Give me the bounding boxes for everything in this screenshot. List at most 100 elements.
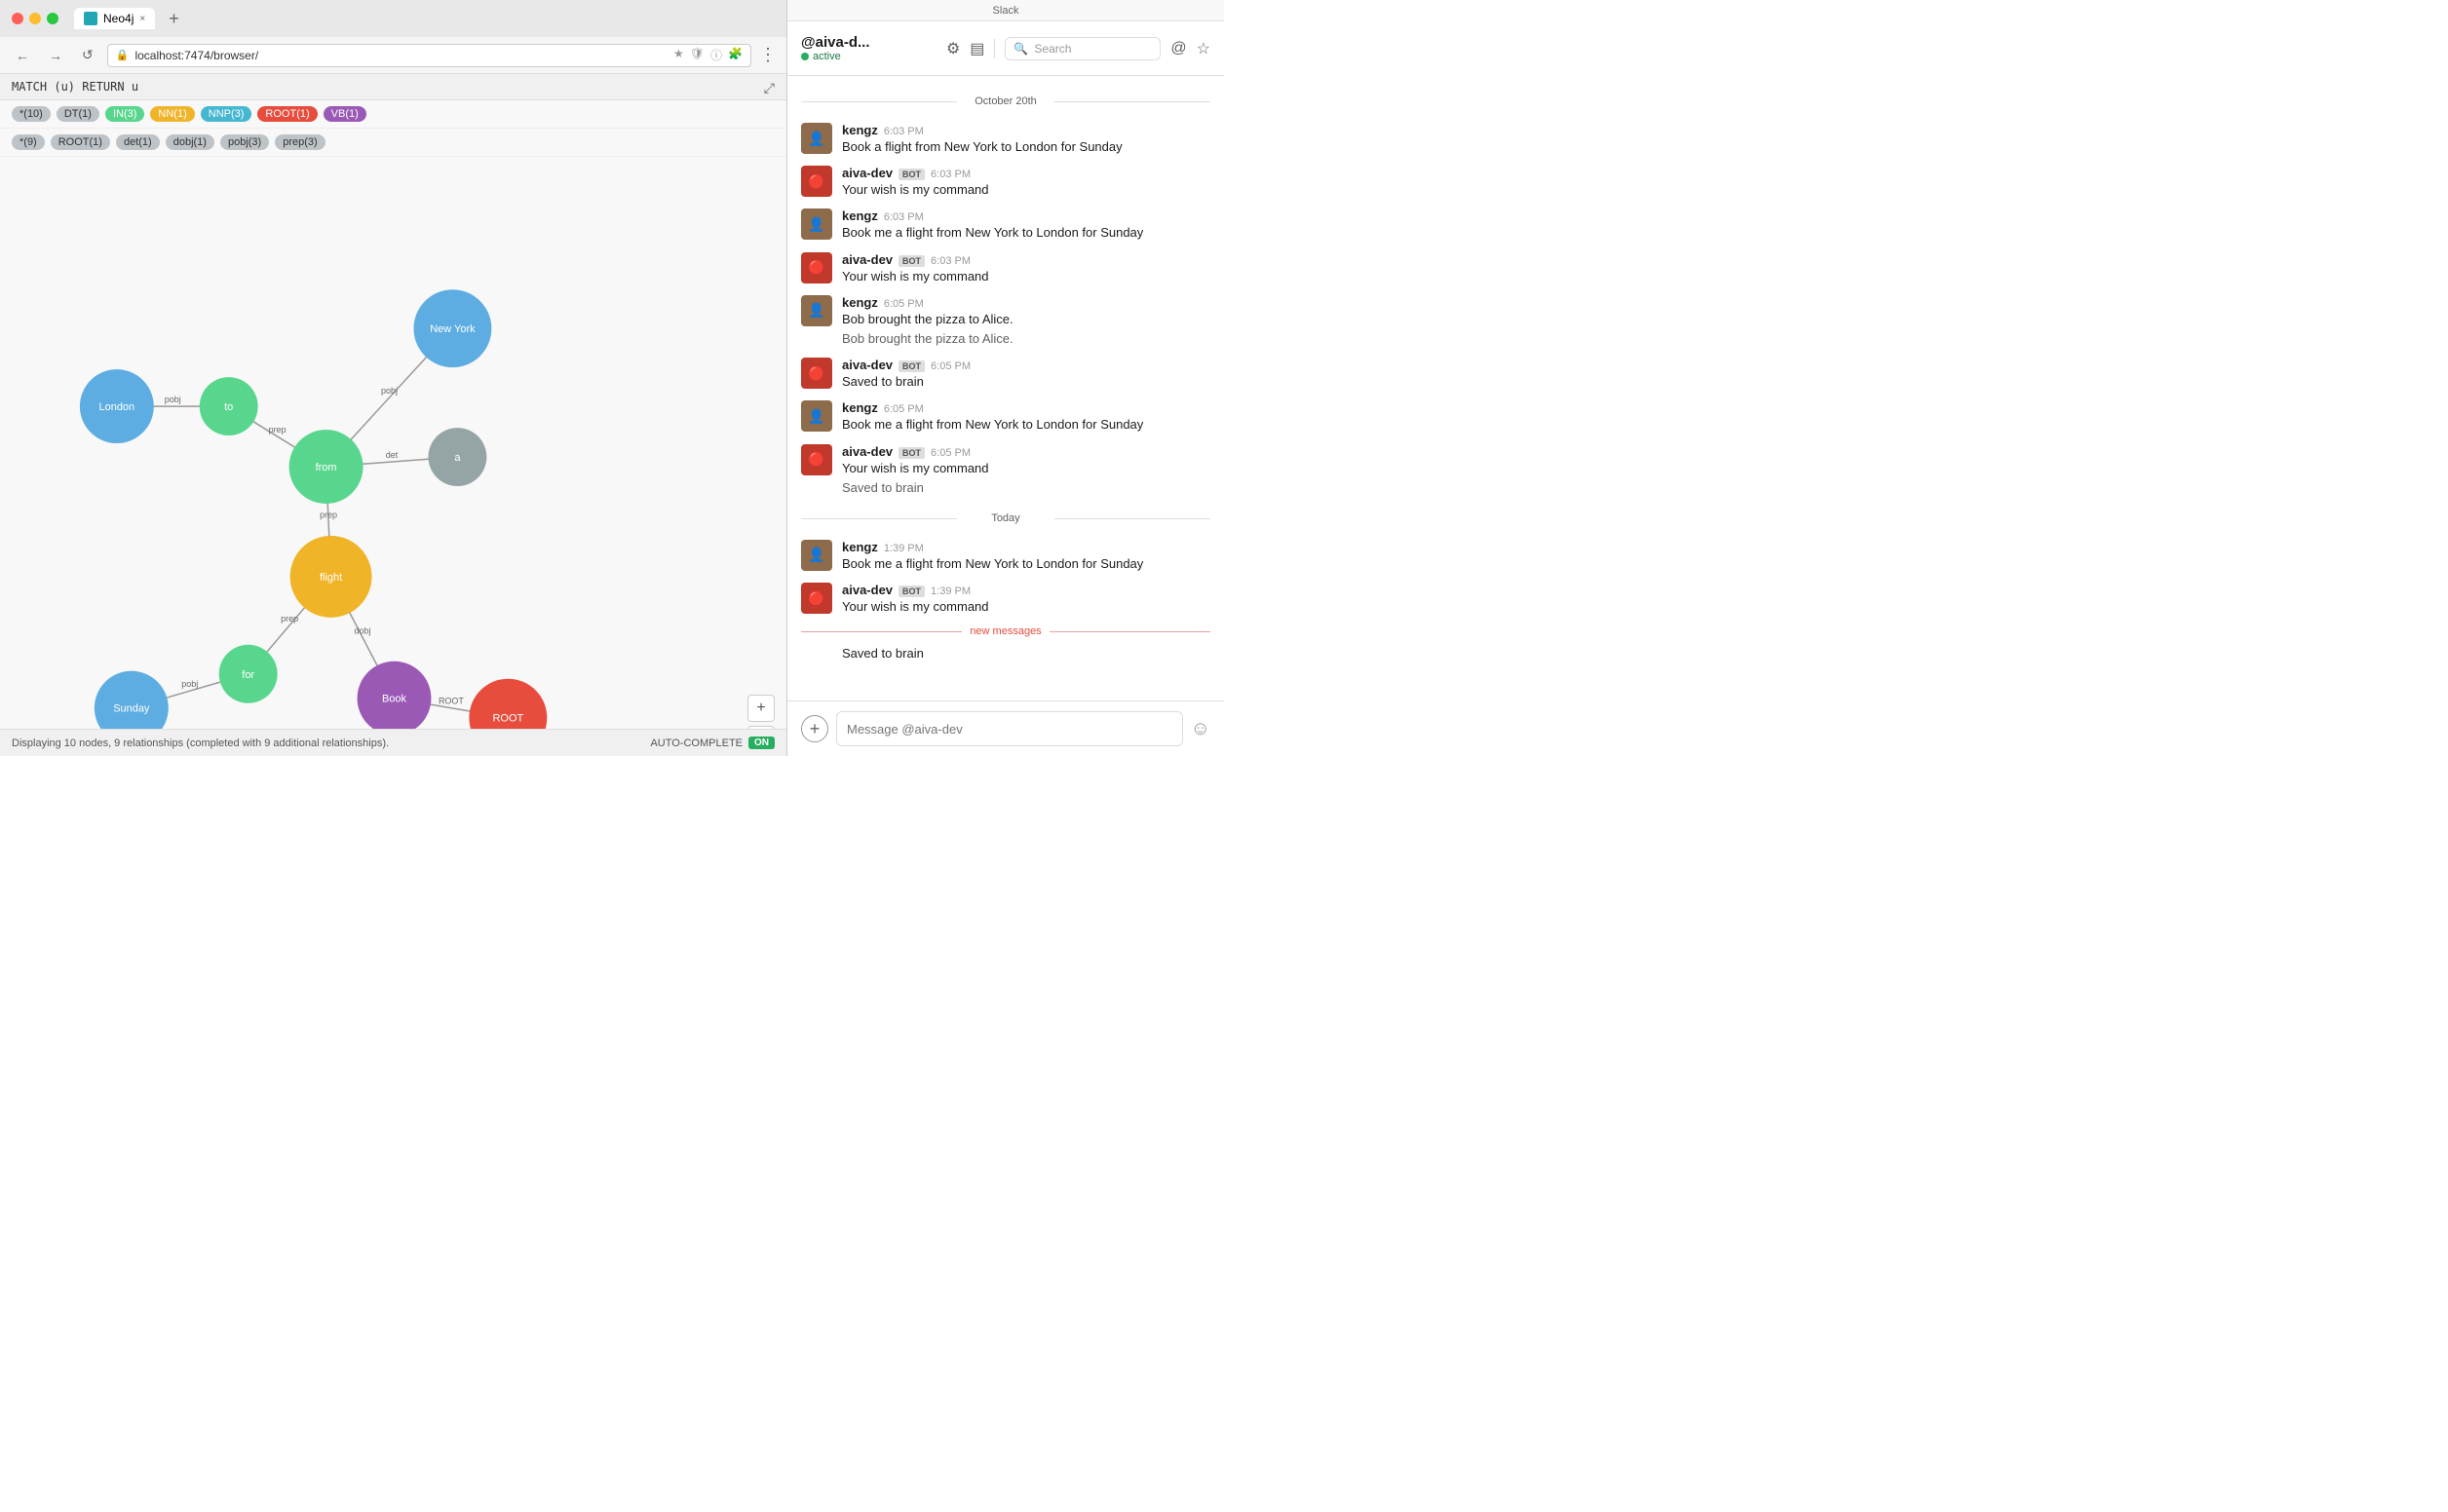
svg-text:a: a bbox=[454, 452, 461, 464]
bot-badge: BOT bbox=[899, 360, 925, 372]
star-icon[interactable]: ☆ bbox=[1197, 39, 1210, 58]
zoom-out-button[interactable]: − bbox=[747, 726, 775, 729]
svg-text:to: to bbox=[224, 401, 233, 413]
msg-sender: aiva-dev bbox=[842, 583, 893, 597]
settings-icon[interactable]: ⚙ bbox=[946, 39, 960, 58]
slack-messages[interactable]: October 20th 👤 kengz 6:03 PM Book a flig… bbox=[787, 76, 1224, 700]
address-bar[interactable]: 🔒 localhost:7474/browser/ ★ 🛡 ⓘ 🧩 bbox=[107, 44, 751, 67]
message-group: 👤 kengz 6:05 PM Bob brought the pizza to… bbox=[787, 291, 1224, 352]
msg-time: 1:39 PM bbox=[931, 586, 971, 597]
search-box[interactable]: 🔍 Search bbox=[1005, 37, 1161, 60]
search-icon: 🔍 bbox=[1014, 42, 1028, 56]
tag-prep3[interactable]: prep(3) bbox=[275, 134, 325, 150]
message-group: 🔴 aiva-dev BOT 6:05 PM Your wish is my c… bbox=[787, 440, 1224, 501]
svg-text:Sunday: Sunday bbox=[113, 703, 150, 715]
avatar: 🔴 bbox=[801, 166, 832, 197]
active-dot-icon bbox=[801, 53, 809, 60]
query-bar: MATCH (u) RETURN u ⤢ bbox=[0, 74, 786, 100]
msg-text: Your wish is my command bbox=[842, 268, 1210, 285]
new-messages-line-right bbox=[1050, 631, 1210, 632]
tag-det1[interactable]: det(1) bbox=[116, 134, 160, 150]
active-label: active bbox=[813, 51, 841, 62]
tag-ROOT1[interactable]: ROOT(1) bbox=[257, 106, 317, 122]
tag-9[interactable]: *(9) bbox=[12, 134, 45, 150]
status-text: Displaying 10 nodes, 9 relationships (co… bbox=[12, 737, 389, 749]
minimize-traffic-light[interactable] bbox=[29, 13, 41, 24]
tags-row-1: *(10) DT(1) IN(3) NN(1) NNP(3) ROOT(1) VB(1) bbox=[0, 100, 786, 129]
back-button[interactable]: ← bbox=[10, 46, 35, 65]
autocomplete-toggle[interactable]: AUTO-COMPLETE ON bbox=[650, 737, 775, 749]
node-a[interactable]: a bbox=[428, 428, 486, 486]
new-tab-button[interactable]: + bbox=[163, 9, 185, 29]
svg-text:London: London bbox=[99, 401, 135, 413]
slack-title-bar: Slack bbox=[787, 0, 1224, 21]
node-london[interactable]: London bbox=[80, 369, 154, 443]
tag-dobj1[interactable]: dobj(1) bbox=[166, 134, 214, 150]
slack-input-bar: + ☺ bbox=[787, 700, 1224, 756]
svg-text:ROOT: ROOT bbox=[439, 697, 464, 706]
forward-button[interactable]: → bbox=[43, 46, 68, 65]
node-for[interactable]: for bbox=[219, 645, 278, 703]
shield-icon[interactable]: 🛡 bbox=[690, 47, 705, 63]
message-input[interactable] bbox=[836, 711, 1183, 746]
tab-close-button[interactable]: × bbox=[139, 14, 145, 24]
zoom-in-button[interactable]: + bbox=[747, 695, 775, 722]
tag-NN1[interactable]: NN(1) bbox=[150, 106, 194, 122]
node-new_york[interactable]: New York bbox=[413, 289, 491, 367]
refresh-button[interactable]: ↺ bbox=[76, 45, 99, 65]
tag-pobj3[interactable]: pobj(3) bbox=[220, 134, 269, 150]
tag-10[interactable]: *(10) bbox=[12, 106, 51, 122]
query-expand-button[interactable]: ⤢ bbox=[764, 80, 775, 96]
node-to[interactable]: to bbox=[200, 377, 258, 435]
attach-button[interactable]: + bbox=[801, 715, 828, 742]
msg-content: kengz 6:05 PM Book me a flight from New … bbox=[842, 400, 1210, 434]
status-bar: Displaying 10 nodes, 9 relationships (co… bbox=[0, 729, 786, 756]
bot-badge: BOT bbox=[899, 447, 925, 459]
info-icon[interactable]: ⓘ bbox=[710, 47, 722, 63]
layout-icon[interactable]: ▤ bbox=[970, 39, 984, 58]
node-from[interactable]: from bbox=[289, 430, 363, 504]
svg-text:New York: New York bbox=[430, 323, 476, 335]
node-flight[interactable]: flight bbox=[290, 536, 372, 618]
close-traffic-light[interactable] bbox=[12, 13, 23, 24]
browser-tab[interactable]: Neo4j × bbox=[74, 8, 155, 29]
bookmark-icon[interactable]: ★ bbox=[673, 47, 684, 63]
date-divider: October 20th bbox=[801, 88, 1210, 115]
graph-canvas[interactable]: pobjpreppobjdetpreppreppobjdobjROOTNew Y… bbox=[0, 157, 786, 729]
node-sunday[interactable]: Sunday bbox=[95, 671, 169, 729]
svg-text:prep: prep bbox=[281, 614, 298, 624]
svg-text:from: from bbox=[316, 462, 337, 473]
svg-text:for: for bbox=[242, 669, 254, 681]
emoji-button[interactable]: ☺ bbox=[1191, 718, 1210, 740]
msg-time: 6:03 PM bbox=[884, 211, 924, 223]
extension-icon[interactable]: 🧩 bbox=[728, 47, 743, 63]
avatar: 👤 bbox=[801, 208, 832, 240]
message-group: 👤 kengz 1:39 PM Book me a flight from Ne… bbox=[787, 536, 1224, 577]
search-placeholder: Search bbox=[1034, 42, 1071, 56]
tag-IN3[interactable]: IN(3) bbox=[105, 106, 144, 122]
msg-sender: aiva-dev bbox=[842, 166, 893, 180]
msg-time: 6:05 PM bbox=[884, 403, 924, 415]
mention-icon[interactable]: @ bbox=[1170, 40, 1186, 57]
msg-sender: kengz bbox=[842, 208, 878, 223]
msg-header: kengz 6:05 PM bbox=[842, 400, 1210, 415]
tag-ROOT1[interactable]: ROOT(1) bbox=[51, 134, 110, 150]
msg-text: Your wish is my command bbox=[842, 181, 1210, 199]
svg-text:pobj: pobj bbox=[165, 395, 181, 404]
msg-time: 6:03 PM bbox=[931, 255, 971, 267]
browser-menu-button[interactable]: ⋮ bbox=[759, 45, 777, 65]
svg-text:flight: flight bbox=[320, 572, 342, 584]
tag-DT1[interactable]: DT(1) bbox=[57, 106, 99, 122]
node-root[interactable]: ROOT bbox=[469, 679, 547, 729]
node-book[interactable]: Book bbox=[358, 662, 432, 729]
tag-VB1[interactable]: VB(1) bbox=[324, 106, 366, 122]
tag-NNP3[interactable]: NNP(3) bbox=[201, 106, 252, 122]
slack-header-info: @aiva-d... active bbox=[801, 34, 937, 62]
maximize-traffic-light[interactable] bbox=[47, 13, 58, 24]
neo4j-content: MATCH (u) RETURN u ⤢ *(10) DT(1) IN(3) NN(1… bbox=[0, 74, 786, 729]
header-divider bbox=[994, 39, 995, 58]
slack-panel: Slack @aiva-d... active ⚙ ▤ 🔍 Search @ ☆… bbox=[787, 0, 1224, 756]
tags-row-2: *(9) ROOT(1) det(1) dobj(1) pobj(3) prep(3) bbox=[0, 129, 786, 157]
query-text: MATCH (u) RETURN u bbox=[12, 80, 138, 94]
avatar: 👤 bbox=[801, 123, 832, 154]
